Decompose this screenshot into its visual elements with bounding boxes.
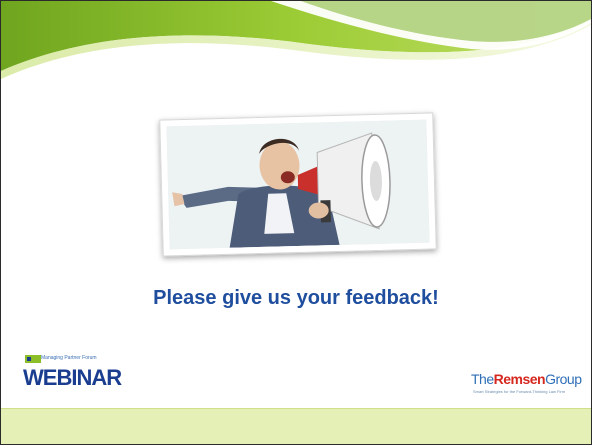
webinar-logo: Managing Partner Forum WEBINAR — [23, 353, 143, 395]
man-shouting-megaphone-photo — [166, 119, 430, 250]
bottom-band — [1, 408, 591, 444]
remsen-group-logo: TheRemsenGroup Smart Strategies for the … — [471, 367, 591, 403]
photo-frame — [159, 112, 437, 257]
remsen-group-wordmark: TheRemsenGroup — [471, 371, 582, 387]
remsen-prefix: The — [471, 371, 494, 387]
top-swoosh-band — [1, 1, 591, 79]
slide: Please give us your feedback! Managing P… — [0, 0, 592, 445]
slide-heading: Please give us your feedback! — [153, 287, 439, 309]
remsen-brand: Remsen — [493, 371, 546, 387]
webinar-top-text: Managing Partner Forum — [41, 355, 97, 361]
remsen-suffix: Group — [545, 371, 582, 387]
webinar-word: WEBINAR — [23, 365, 122, 390]
mpf-badge-icon — [25, 355, 41, 363]
remsen-tagline: Smart Strategies for the Forward-Thinkin… — [473, 389, 566, 394]
